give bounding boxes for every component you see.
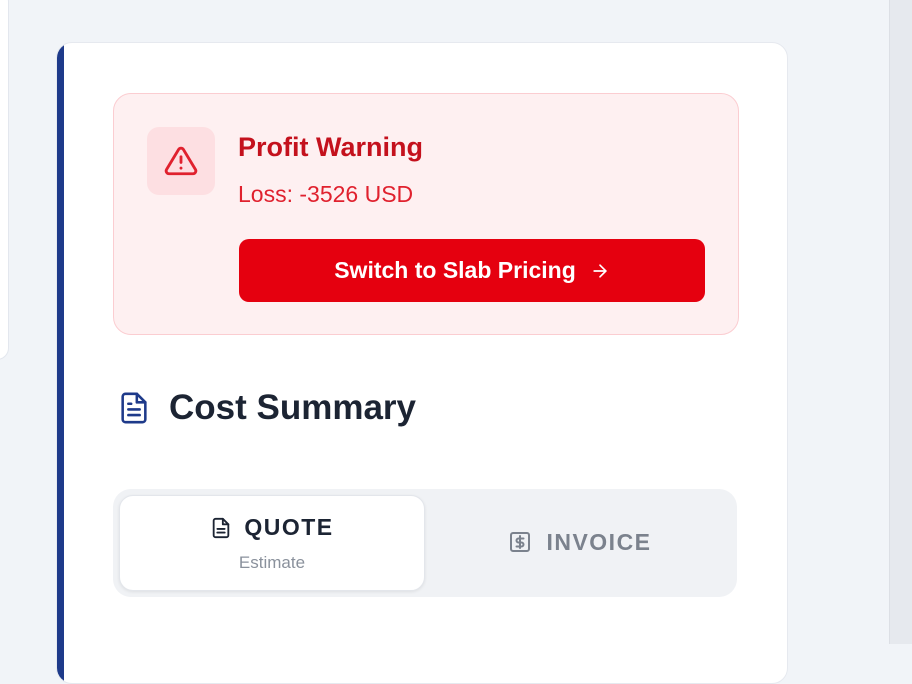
scrollbar-track[interactable] <box>889 0 912 644</box>
profit-warning-alert: Profit Warning Loss: -3526 USD Switch to… <box>113 93 739 335</box>
tab-invoice-label: INVOICE <box>546 528 652 555</box>
document-icon <box>121 392 147 424</box>
alert-icon-container <box>147 127 215 195</box>
document-type-tabs: QUOTE Estimate INVOICE <box>113 489 737 597</box>
previous-panel-edge <box>0 0 9 360</box>
tab-quote[interactable]: QUOTE Estimate <box>119 495 425 591</box>
switch-to-slab-pricing-button[interactable]: Switch to Slab Pricing <box>239 239 705 302</box>
alert-triangle-icon <box>164 146 198 176</box>
dollar-receipt-icon <box>510 532 531 552</box>
tab-quote-sublabel: Estimate <box>238 553 306 572</box>
page-title: Cost Summary <box>169 388 417 427</box>
tab-quote-label: QUOTE <box>244 514 334 540</box>
cost-card: Profit Warning Loss: -3526 USD Switch to… <box>56 42 788 684</box>
switch-button-label: Switch to Slab Pricing <box>334 257 576 283</box>
card-accent-bar <box>57 43 64 683</box>
cost-summary-header: Cost Summary <box>117 388 416 428</box>
warning-title: Profit Warning <box>238 132 423 162</box>
loss-amount: Loss: -3526 USD <box>238 181 414 207</box>
arrow-right-icon <box>593 263 607 278</box>
document-icon <box>213 517 230 538</box>
tab-invoice[interactable]: INVOICE <box>429 495 731 589</box>
